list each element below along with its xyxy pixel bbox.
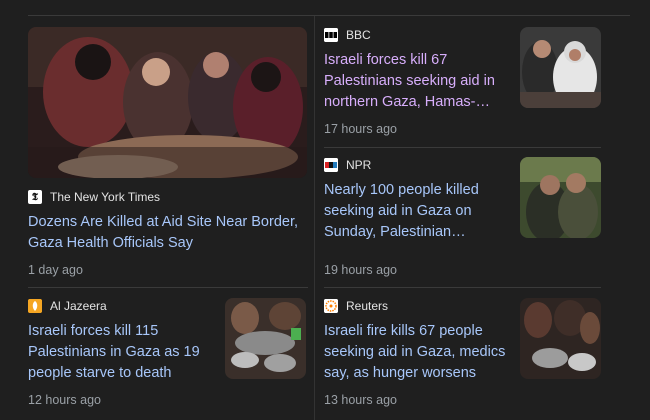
timestamp: 17 hours ago — [324, 122, 397, 136]
headline-link[interactable]: Israeli forces kill 67 Palestinians seek… — [324, 50, 504, 113]
bbc-logo-icon — [324, 28, 338, 42]
source-name: The New York Times — [50, 190, 161, 204]
news-photo-grieving-women[interactable] — [520, 27, 601, 108]
row-divider — [324, 287, 601, 288]
news-photo-men-embracing[interactable] — [520, 157, 601, 238]
news-results-panel: 𝕿 The New York Times Dozens Are Killed a… — [0, 0, 650, 420]
reuters-logo-icon — [324, 299, 338, 313]
headline-link[interactable]: Dozens Are Killed at Aid Site Near Borde… — [28, 212, 298, 254]
npr-logo-icon — [324, 158, 338, 172]
headline-link[interactable]: Nearly 100 people killed seeking aid in … — [324, 180, 509, 243]
source-name: Al Jazeera — [50, 299, 107, 313]
row-divider — [324, 147, 601, 148]
nyt-logo-icon: 𝕿 — [28, 190, 42, 204]
source-name: BBC — [346, 28, 371, 42]
source-name: NPR — [346, 158, 372, 172]
news-photo-pots-crowd[interactable] — [520, 298, 601, 379]
timestamp: 12 hours ago — [28, 393, 101, 407]
timestamp: 13 hours ago — [324, 393, 397, 407]
news-photo-mourners[interactable] — [28, 27, 307, 178]
column-divider — [314, 16, 315, 420]
top-divider — [28, 15, 630, 16]
news-photo-food-line[interactable] — [225, 298, 306, 379]
timestamp: 1 day ago — [28, 263, 83, 277]
headline-link[interactable]: Israeli forces kill 115 Palestinians in … — [28, 321, 213, 384]
aljazeera-logo-icon — [28, 299, 42, 313]
timestamp: 19 hours ago — [324, 263, 397, 277]
headline-link[interactable]: Israeli fire kills 67 people seeking aid… — [324, 321, 509, 384]
source-name: Reuters — [346, 299, 389, 313]
row-divider — [28, 287, 308, 288]
